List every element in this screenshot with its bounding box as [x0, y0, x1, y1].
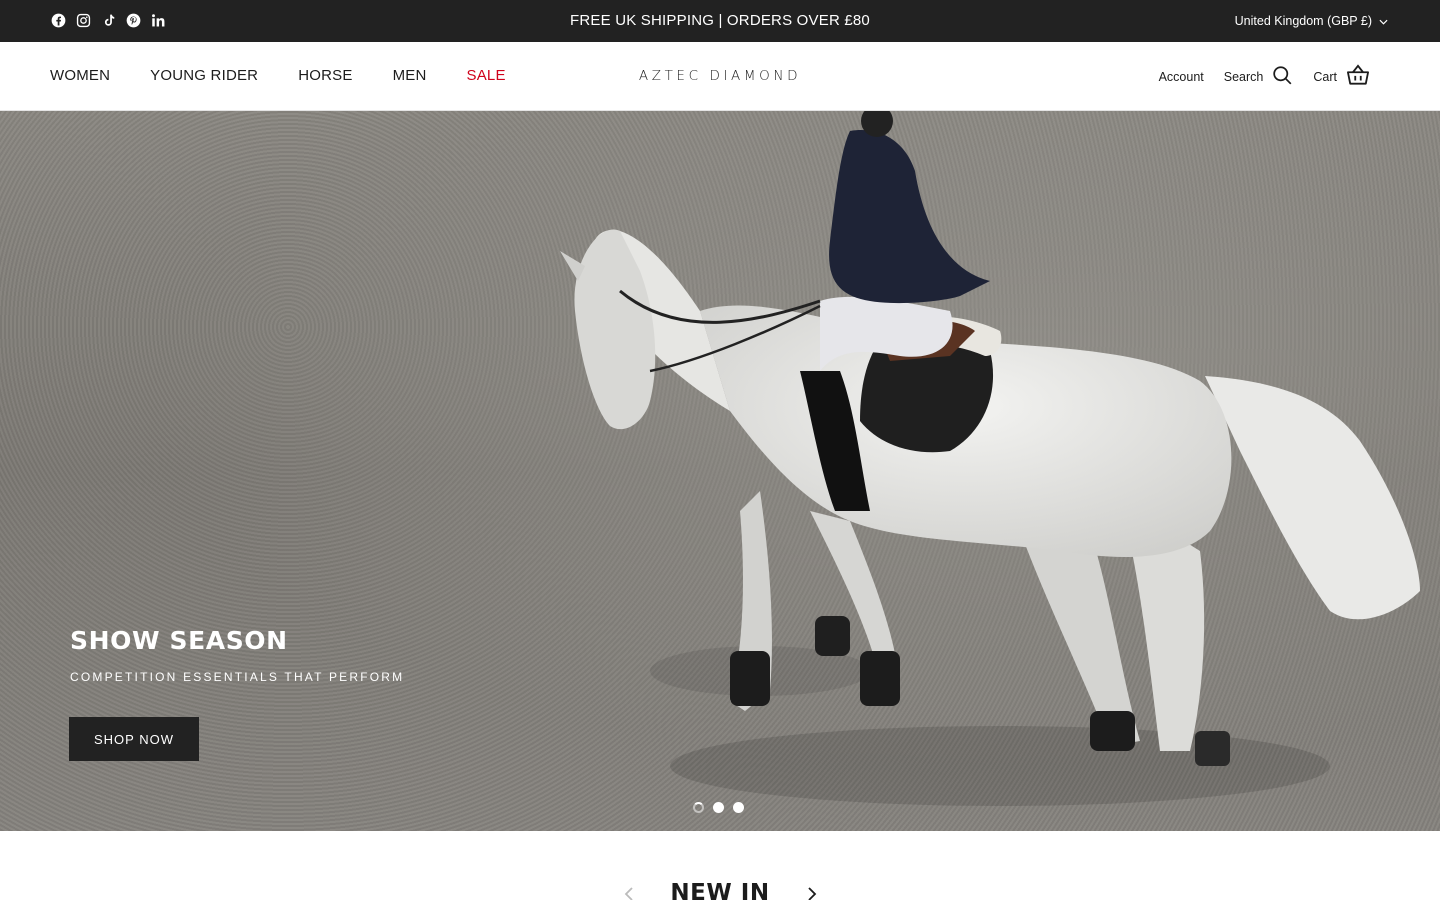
account-link[interactable]: Account: [1159, 70, 1204, 84]
hero-title: SHOW SEASON: [70, 626, 288, 655]
site-header: WOMEN YOUNG RIDER HORSE MEN SALE AZTEC D…: [0, 42, 1440, 111]
cart-button[interactable]: Cart: [1313, 64, 1370, 89]
cart-label: Cart: [1313, 69, 1337, 84]
search-icon: [1272, 65, 1293, 89]
chevron-right-icon[interactable]: [803, 886, 819, 900]
header-utilities: Account Search Cart: [1139, 64, 1370, 89]
hero-image: [560, 111, 1420, 806]
search-button[interactable]: Search: [1224, 65, 1294, 89]
account-label: Account: [1158, 69, 1204, 84]
basket-icon: [1346, 64, 1370, 89]
announcement-text: FREE UK SHIPPING | ORDERS OVER £80: [570, 12, 870, 29]
shop-now-button[interactable]: SHOP NOW: [69, 717, 199, 761]
slide-indicators: [693, 802, 744, 813]
slide-dot-2[interactable]: [713, 802, 724, 813]
slide-dot-1[interactable]: [693, 802, 704, 813]
new-in-header: NEW IN: [0, 880, 1440, 900]
chevron-down-icon: [1379, 14, 1388, 28]
country-selector-label: United Kingdom (GBP £): [1234, 14, 1372, 28]
slide-dot-3[interactable]: [733, 802, 744, 813]
country-selector[interactable]: United Kingdom (GBP £): [1235, 14, 1388, 28]
search-label: Search: [1223, 69, 1264, 84]
hero-slideshow: SHOW SEASON COMPETITION ESSENTIALS THAT …: [0, 111, 1440, 831]
hero-subtitle: COMPETITION ESSENTIALS THAT PERFORM: [70, 670, 405, 684]
section-title: NEW IN: [670, 880, 770, 900]
announcement-bar: FREE UK SHIPPING | ORDERS OVER £80 Unite…: [0, 0, 1440, 42]
